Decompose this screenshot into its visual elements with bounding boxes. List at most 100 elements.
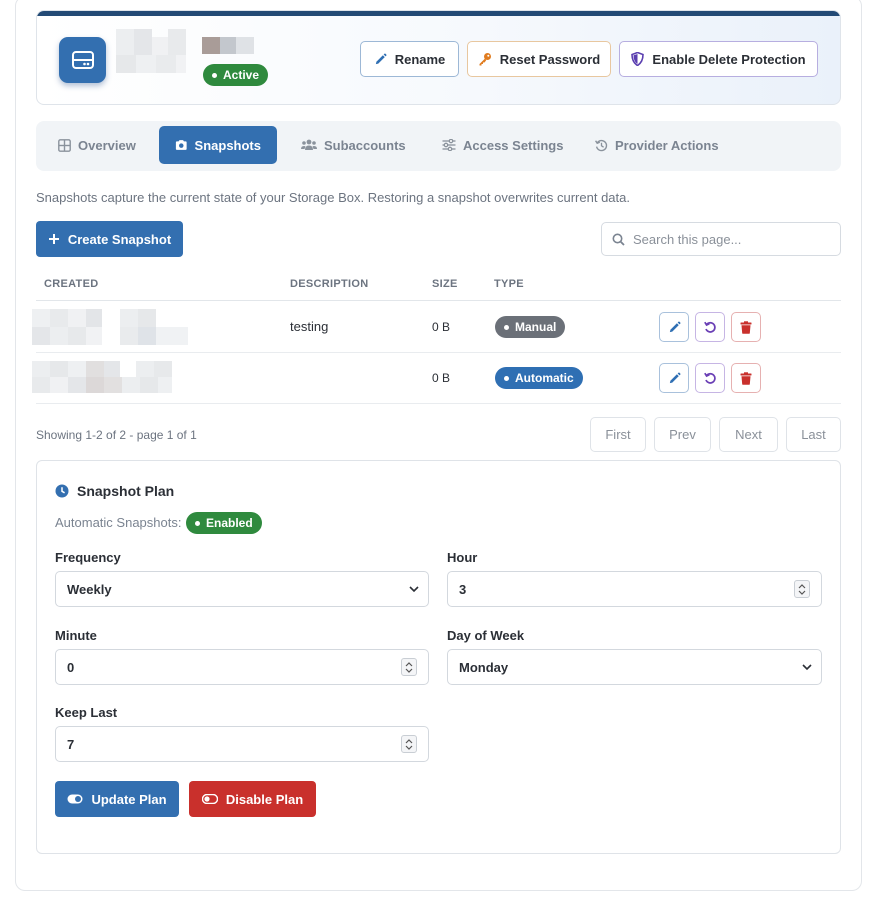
clock-icon bbox=[55, 484, 69, 498]
automatic-status-badge: Enabled bbox=[186, 512, 262, 534]
search-input[interactable] bbox=[633, 231, 823, 247]
keep-last-input[interactable]: 7 bbox=[55, 726, 429, 762]
type-badge-label: Manual bbox=[515, 320, 557, 334]
storage-box-icon bbox=[59, 37, 106, 83]
frequency-label: Frequency bbox=[55, 550, 121, 565]
history-icon bbox=[595, 139, 608, 151]
row-size: 0 B bbox=[432, 371, 451, 385]
day-of-week-label: Day of Week bbox=[447, 628, 525, 643]
frequency-select[interactable]: Weekly bbox=[55, 571, 429, 607]
hour-label: Hour bbox=[447, 550, 478, 565]
pencil-icon bbox=[375, 53, 387, 64]
day-of-week-value: Monday bbox=[459, 659, 509, 675]
hour-stepper[interactable] bbox=[794, 580, 810, 598]
sliders-icon bbox=[442, 139, 456, 151]
update-plan-button-label: Update Plan bbox=[91, 791, 167, 807]
header-accent-bar bbox=[37, 11, 840, 16]
status-dot-icon bbox=[195, 520, 200, 526]
type-dot-icon bbox=[504, 324, 509, 330]
chevron-down-icon bbox=[405, 745, 413, 750]
camera-icon bbox=[175, 140, 187, 150]
minute-value: 0 bbox=[67, 659, 75, 675]
type-badge: Manual bbox=[495, 316, 566, 338]
hour-value: 3 bbox=[459, 581, 467, 597]
row-size: 0 B bbox=[432, 320, 451, 334]
keep-last-value: 7 bbox=[67, 736, 75, 752]
key-icon bbox=[479, 53, 491, 66]
chevron-down-icon bbox=[798, 590, 806, 595]
table-row: testing 0 B Manual bbox=[32, 302, 841, 353]
chevron-up-icon bbox=[405, 661, 413, 666]
tab-bar: Overview Snapshots Subaccounts Access Se… bbox=[36, 121, 841, 171]
tab-snapshots-label: Snapshots bbox=[194, 137, 261, 153]
restore-snapshot-button[interactable] bbox=[695, 363, 725, 393]
disable-plan-button-label: Disable Plan bbox=[225, 791, 304, 807]
reset-password-button[interactable]: Reset Password bbox=[467, 41, 611, 77]
grid-icon bbox=[58, 138, 71, 152]
type-badge: Automatic bbox=[495, 367, 583, 389]
minute-stepper[interactable] bbox=[401, 658, 417, 676]
reset-password-button-label: Reset Password bbox=[499, 51, 601, 67]
table-row: 0 B Automatic bbox=[32, 353, 841, 404]
snapshots-table-header: CREATED DESCRIPTION SIZE TYPE bbox=[36, 268, 841, 301]
chevron-down-icon bbox=[409, 586, 419, 593]
keep-last-stepper[interactable] bbox=[401, 735, 417, 753]
tab-overview[interactable]: Overview bbox=[42, 126, 152, 164]
search-box bbox=[601, 222, 841, 256]
create-snapshot-button[interactable]: Create Snapshot bbox=[36, 221, 183, 257]
next-page-button[interactable]: Next bbox=[719, 417, 778, 452]
keep-last-label: Keep Last bbox=[55, 705, 118, 720]
rename-button-label: Rename bbox=[394, 51, 446, 67]
chevron-down-icon bbox=[802, 664, 812, 671]
type-badge-label: Automatic bbox=[515, 371, 574, 385]
automatic-snapshots-label: Automatic Snapshots: bbox=[55, 515, 182, 530]
update-plan-button[interactable]: Update Plan bbox=[55, 781, 179, 817]
tab-subaccounts[interactable]: Subaccounts bbox=[285, 126, 422, 164]
delete-snapshot-button[interactable] bbox=[731, 312, 761, 342]
restore-snapshot-button[interactable] bbox=[695, 312, 725, 342]
snapshot-plan-heading: Snapshot Plan bbox=[55, 483, 174, 499]
pagination-summary: Showing 1-2 of 2 - page 1 of 1 bbox=[36, 428, 197, 442]
tab-access-settings[interactable]: Access Settings bbox=[426, 126, 579, 164]
column-created: CREATED bbox=[44, 278, 99, 290]
toggle-on-icon bbox=[67, 794, 83, 804]
chevron-up-icon bbox=[798, 583, 806, 588]
chevron-up-icon bbox=[405, 738, 413, 743]
disable-plan-button[interactable]: Disable Plan bbox=[189, 781, 316, 817]
search-icon bbox=[612, 233, 625, 246]
undo-icon bbox=[703, 321, 716, 333]
trash-icon bbox=[740, 371, 752, 385]
storage-box-header: Active Rename Reset Password Enable Dele… bbox=[36, 10, 841, 105]
shield-icon bbox=[631, 52, 645, 66]
hour-input[interactable]: 3 bbox=[447, 571, 822, 607]
enable-delete-protection-button[interactable]: Enable Delete Protection bbox=[619, 41, 818, 77]
automatic-status-label: Enabled bbox=[206, 516, 253, 530]
tab-snapshots[interactable]: Snapshots bbox=[159, 126, 277, 164]
pencil-icon bbox=[669, 321, 680, 332]
tab-overview-label: Overview bbox=[78, 137, 136, 153]
frequency-value: Weekly bbox=[67, 581, 112, 597]
last-page-button[interactable]: Last bbox=[786, 417, 841, 452]
type-dot-icon bbox=[504, 375, 509, 381]
plus-icon bbox=[48, 234, 59, 244]
tab-access-settings-label: Access Settings bbox=[463, 137, 564, 153]
delete-snapshot-button[interactable] bbox=[731, 363, 761, 393]
chevron-down-icon bbox=[405, 668, 413, 673]
trash-icon bbox=[740, 320, 752, 334]
tab-provider-actions[interactable]: Provider Actions bbox=[579, 126, 735, 164]
day-of-week-select[interactable]: Monday bbox=[447, 649, 822, 685]
minute-label: Minute bbox=[55, 628, 97, 643]
snapshots-description: Snapshots capture the current state of y… bbox=[36, 190, 630, 205]
rename-button[interactable]: Rename bbox=[360, 41, 459, 77]
snapshot-plan-card: Snapshot Plan Automatic Snapshots: Enabl… bbox=[36, 460, 841, 854]
minute-input[interactable]: 0 bbox=[55, 649, 429, 685]
undo-icon bbox=[703, 372, 716, 384]
row-description: testing bbox=[290, 319, 329, 334]
edit-snapshot-button[interactable] bbox=[659, 312, 689, 342]
edit-snapshot-button[interactable] bbox=[659, 363, 689, 393]
prev-page-button[interactable]: Prev bbox=[654, 417, 711, 452]
first-page-button[interactable]: First bbox=[590, 417, 646, 452]
tab-subaccounts-label: Subaccounts bbox=[324, 137, 406, 153]
status-badge: Active bbox=[203, 64, 269, 86]
users-icon bbox=[301, 139, 317, 150]
